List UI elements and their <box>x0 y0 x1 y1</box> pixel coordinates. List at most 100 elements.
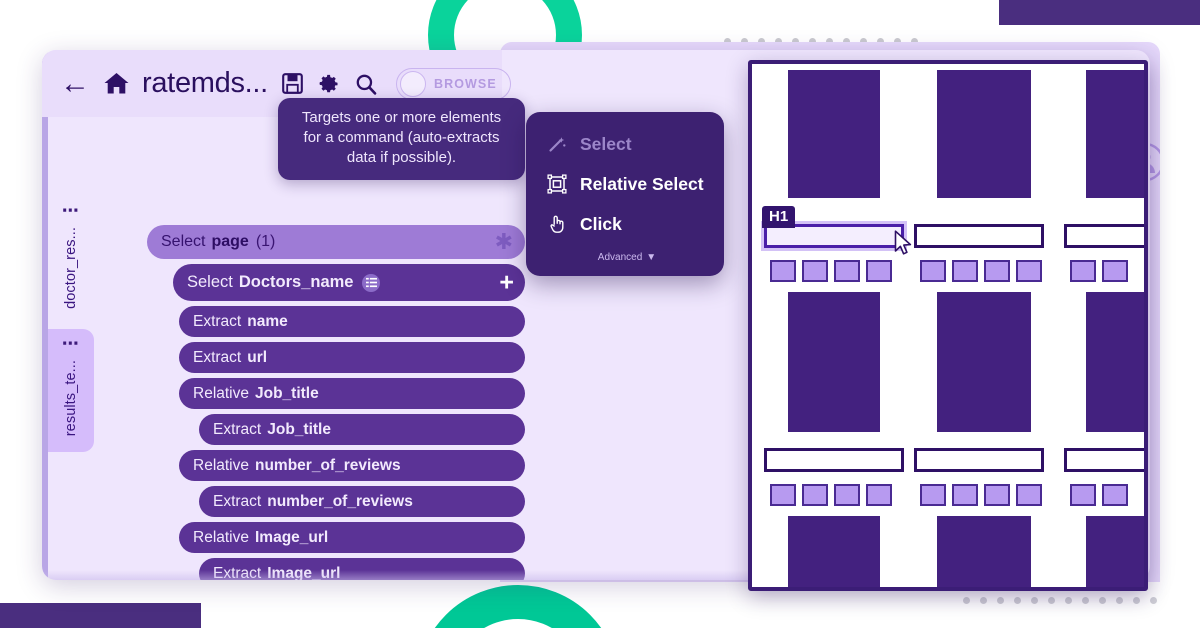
browse-toggle-label: BROWSE <box>433 76 497 91</box>
command-target: page <box>211 233 249 250</box>
wireframe-chip <box>770 260 796 282</box>
command-target: Doctors_name <box>238 273 354 291</box>
home-icon[interactable] <box>103 71 130 96</box>
wireframe-chip <box>802 260 828 282</box>
wireframe-image-block <box>788 70 880 198</box>
wireframe-title-bar <box>764 448 904 472</box>
asterisk-icon[interactable]: ✱ <box>495 231 513 253</box>
sidebar-tabs: ⋯ doctor_res... ⋯ results_te... <box>48 196 100 456</box>
relative-select-icon <box>546 173 568 195</box>
context-menu-label: Relative Select <box>580 173 704 194</box>
wireframe-image-block <box>1086 292 1144 432</box>
wireframe-chip <box>920 260 946 282</box>
command-count: (1) <box>255 233 276 250</box>
wireframe-title-bar <box>914 224 1044 248</box>
command-target: name <box>247 312 288 330</box>
gear-icon[interactable] <box>318 73 340 95</box>
context-menu-advanced[interactable]: Advanced ▼ <box>526 248 724 264</box>
wireframe-image-block <box>1086 70 1144 198</box>
save-icon[interactable] <box>282 73 303 94</box>
wireframe-chip <box>866 484 892 506</box>
tooltip: Targets one or more elements for a comma… <box>278 98 525 180</box>
wireframe-chip <box>866 260 892 282</box>
wireframe-chip <box>834 260 860 282</box>
wireframe-image-block <box>788 292 880 432</box>
wireframe-chip <box>1102 260 1128 282</box>
wireframe-chip <box>802 484 828 506</box>
command-verb: Extract <box>193 312 242 330</box>
sidebar-tab-results-te[interactable]: ⋯ results_te... <box>48 328 94 453</box>
command-verb: Extract <box>193 348 242 366</box>
wireframe-chip <box>1102 484 1128 506</box>
sidebar-tab-doctor-res[interactable]: ⋯ doctor_res... <box>48 196 94 325</box>
decorative-bar-bottom-left <box>0 603 201 628</box>
decorative-bar-top-right <box>999 0 1200 25</box>
wireframe-chip <box>952 260 978 282</box>
wireframe-title-bar <box>1064 448 1144 472</box>
element-tag-badge: H1 <box>762 206 796 228</box>
command-target: url <box>247 348 268 366</box>
advanced-label: Advanced <box>597 252 643 263</box>
command-verb: Extract <box>213 420 262 438</box>
list-icon[interactable] <box>362 273 381 292</box>
command-list: Select page (1) ✱ Select Doctors_name + <box>147 225 525 580</box>
kebab-menu-icon[interactable]: ⋯ <box>62 335 81 352</box>
wireframe-chip <box>1016 484 1042 506</box>
page-title: ratemds... <box>142 67 268 99</box>
browse-toggle-knob <box>399 70 426 97</box>
wireframe-image-block <box>788 516 880 587</box>
command-select-doctors-name[interactable]: Select Doctors_name + <box>173 264 525 301</box>
command-target: number_of_reviews <box>267 492 413 510</box>
command-target: Image_url <box>255 528 329 546</box>
decorative-ring-bottom <box>416 585 620 628</box>
command-target: Job_title <box>267 420 331 438</box>
command-select-page[interactable]: Select page (1) ✱ <box>147 225 525 259</box>
wireframe-chip <box>770 484 796 506</box>
context-menu-item-click[interactable]: Click <box>526 208 724 240</box>
command-target: number_of_reviews <box>255 456 401 474</box>
command-row[interactable]: Extract name <box>179 306 525 337</box>
back-arrow-icon[interactable]: ← <box>60 68 90 99</box>
context-menu-label: Click <box>580 213 622 234</box>
wireframe-chip <box>1070 484 1096 506</box>
command-verb: Relative <box>193 384 249 402</box>
command-row[interactable]: Relative number_of_reviews <box>179 450 525 481</box>
command-verb: Select <box>187 273 233 291</box>
command-verb: Relative <box>193 456 249 474</box>
context-menu-item-select[interactable]: Select <box>526 128 724 160</box>
context-menu: Select Relative Select Click Advanced ▼ <box>526 112 724 276</box>
magic-wand-icon <box>546 133 568 155</box>
wireframe-image-block <box>937 292 1031 432</box>
sidebar-tab-label: doctor_res... <box>63 227 79 309</box>
command-row[interactable]: Extract number_of_reviews <box>199 486 525 517</box>
wireframe-chip <box>952 484 978 506</box>
command-verb: Relative <box>193 528 249 546</box>
page-wireframe-overlay: H1 <box>748 60 1148 591</box>
wireframe-image-block <box>1086 516 1144 587</box>
wireframe-chip <box>984 484 1010 506</box>
wireframe-chip <box>984 260 1010 282</box>
wireframe-title-bar <box>914 448 1044 472</box>
wireframe-title-bar <box>1064 224 1144 248</box>
screenshot-stage: Ⓜ Best Doctors in Toronto, ON - Do i htt… <box>0 0 1200 628</box>
wireframe-image-block <box>937 70 1031 198</box>
command-verb: Extract <box>213 492 262 510</box>
browse-toggle[interactable]: BROWSE <box>395 67 511 100</box>
context-menu-item-relative-select[interactable]: Relative Select <box>526 168 724 200</box>
kebab-menu-icon[interactable]: ⋯ <box>62 202 81 219</box>
wireframe-chip <box>1016 260 1042 282</box>
command-row[interactable]: Relative Job_title <box>179 378 525 409</box>
wireframe-chip <box>834 484 860 506</box>
command-row[interactable]: Extract Job_title <box>199 414 525 445</box>
command-target: Job_title <box>255 384 319 402</box>
command-verb: Select <box>161 233 206 250</box>
command-row[interactable]: Extract url <box>179 342 525 373</box>
command-row[interactable]: Relative Image_url <box>179 522 525 553</box>
pointing-hand-icon <box>546 213 568 235</box>
wireframe-image-block <box>937 516 1031 587</box>
search-icon[interactable] <box>355 73 377 95</box>
context-menu-label: Select <box>580 133 632 154</box>
plus-icon[interactable]: + <box>499 270 514 295</box>
sidebar-tab-label: results_te... <box>63 359 79 437</box>
wireframe-chip <box>1070 260 1096 282</box>
